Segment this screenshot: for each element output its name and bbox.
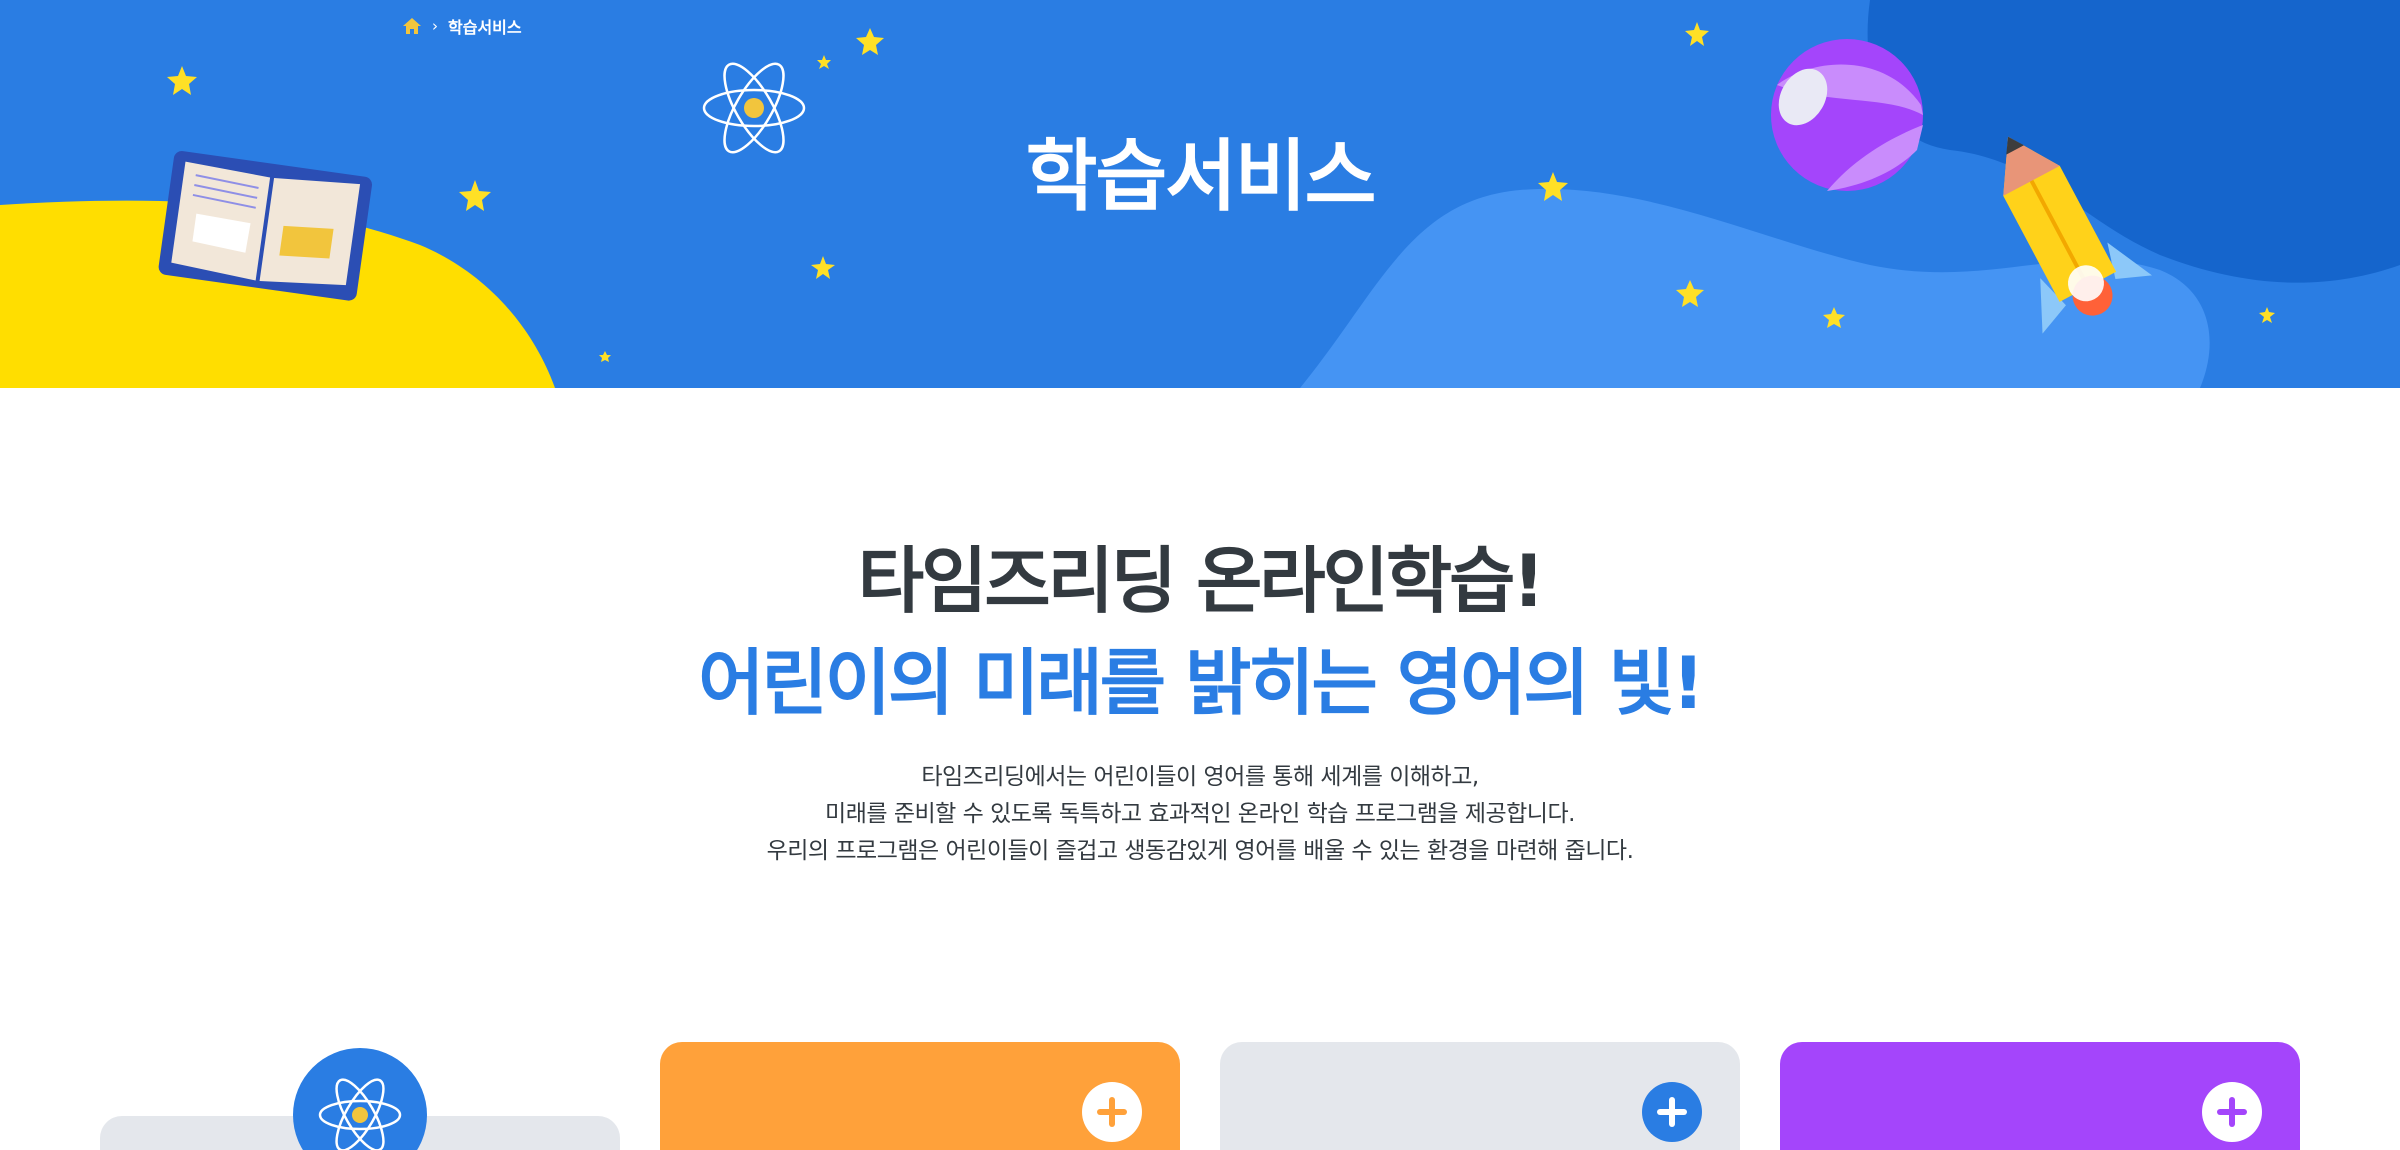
expand-button[interactable] (1642, 1082, 1702, 1142)
plus-circle-icon (2202, 1082, 2262, 1142)
expand-button[interactable] (1082, 1082, 1142, 1142)
expand-button[interactable] (2202, 1082, 2262, 1142)
breadcrumb-current[interactable]: 학습서비스 (448, 14, 522, 38)
home-icon[interactable] (402, 17, 422, 35)
plus-circle-icon (1082, 1082, 1142, 1142)
atom-icon (318, 1078, 402, 1150)
intro-description: 타임즈리딩에서는 어린이들이 영어를 통해 세계를 이해하고, 미래를 준비할 … (0, 759, 2400, 870)
intro-section: 타임즈리딩 온라인학습! 어린이의 미래를 밝히는 영어의 빛! 타임즈리딩에서… (0, 545, 2400, 870)
chevron-right-icon: › (432, 16, 438, 35)
page-title: 학습서비스 (1025, 132, 1377, 222)
intro-heading: 타임즈리딩 온라인학습! (857, 539, 1545, 623)
service-card-3[interactable] (1220, 1042, 1740, 1150)
intro-description-line: 미래를 준비할 수 있도록 독특하고 효과적인 온라인 학습 프로그램을 제공합… (825, 801, 1575, 827)
plus-circle-icon (1642, 1082, 1702, 1142)
intro-description-line: 타임즈리딩에서는 어린이들이 영어를 통해 세계를 이해하고, (921, 764, 1479, 790)
intro-description-line: 우리의 프로그램은 어린이들이 즐겁고 생동감있게 영어를 배울 수 있는 환경… (766, 838, 1634, 864)
breadcrumb: › 학습서비스 (402, 14, 522, 38)
service-card-4[interactable] (1780, 1042, 2300, 1150)
intro-subheading: 어린이의 미래를 밝히는 영어의 빛! (698, 641, 1704, 725)
atom-badge (293, 1048, 427, 1150)
hero-banner: › 학습서비스 학습서비스 (0, 0, 2400, 388)
service-card-2[interactable] (660, 1042, 1180, 1150)
